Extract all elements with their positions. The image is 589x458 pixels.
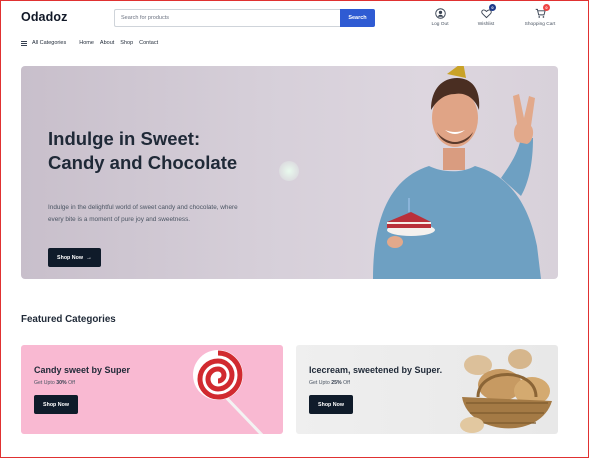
cart-badge: 0 (543, 4, 550, 11)
category-card-candy[interactable]: Candy sweet by Super Get Upto 30% Off Sh… (21, 345, 283, 434)
card-shop-now-button[interactable]: Shop Now (309, 395, 353, 414)
logout-action[interactable]: Log Out (420, 7, 460, 27)
card-title: Icecream, sweetened by Super. (309, 365, 443, 375)
card-discount-text: Get Upto 30% Off (34, 380, 75, 386)
card-title: Candy sweet by Super (34, 365, 131, 375)
all-categories-menu[interactable]: All Categories (21, 40, 66, 47)
main-nav: All Categories Home About Shop Contact (21, 40, 164, 47)
all-categories-label: All Categories (32, 40, 67, 47)
category-card-icecream[interactable]: Icecream, sweetened by Super. Get Upto 2… (296, 345, 558, 434)
wishlist-label: Wishlist (477, 22, 495, 27)
hero-image-man-with-cake (373, 66, 541, 279)
nav-link-home[interactable]: Home (79, 40, 94, 46)
cart-label: Shopping Cart (524, 22, 556, 27)
user-icon (434, 7, 446, 19)
wishlist-badge: 0 (489, 4, 496, 11)
nav-link-shop[interactable]: Shop (120, 40, 133, 46)
card-shop-now-button[interactable]: Shop Now (34, 395, 78, 414)
hero-banner: Indulge in Sweet: Candy and Chocolate In… (21, 66, 558, 279)
cart-action[interactable]: 0 Shopping Cart (520, 4, 560, 27)
site-logo[interactable]: Odadoz (21, 10, 67, 24)
arrow-right-icon: → (85, 254, 92, 261)
logout-label: Log Out (431, 22, 449, 27)
featured-categories-title: Featured Categories (21, 314, 116, 325)
search-bar: Search (114, 9, 375, 27)
card-discount-text: Get Upto 25% Off (309, 380, 350, 386)
search-button[interactable]: Search (340, 9, 375, 27)
wishlist-action[interactable]: 0 Wishlist (466, 4, 506, 27)
hero-shop-now-label: Shop Now (57, 254, 83, 261)
nav-link-contact[interactable]: Contact (139, 40, 158, 46)
hero-shop-now-button[interactable]: Shop Now → (48, 248, 101, 267)
lollipop-image (193, 350, 264, 434)
search-input[interactable] (114, 9, 340, 27)
hero-subtitle: Indulge in the delightful world of sweet… (48, 204, 238, 224)
hero-title: Indulge in Sweet: Candy and Chocolate (48, 128, 238, 173)
nav-link-about[interactable]: About (100, 40, 114, 46)
bread-basket-image (460, 349, 552, 433)
cart-icon: 0 (534, 4, 550, 19)
heart-icon: 0 (480, 4, 496, 19)
menu-icon (21, 40, 27, 47)
